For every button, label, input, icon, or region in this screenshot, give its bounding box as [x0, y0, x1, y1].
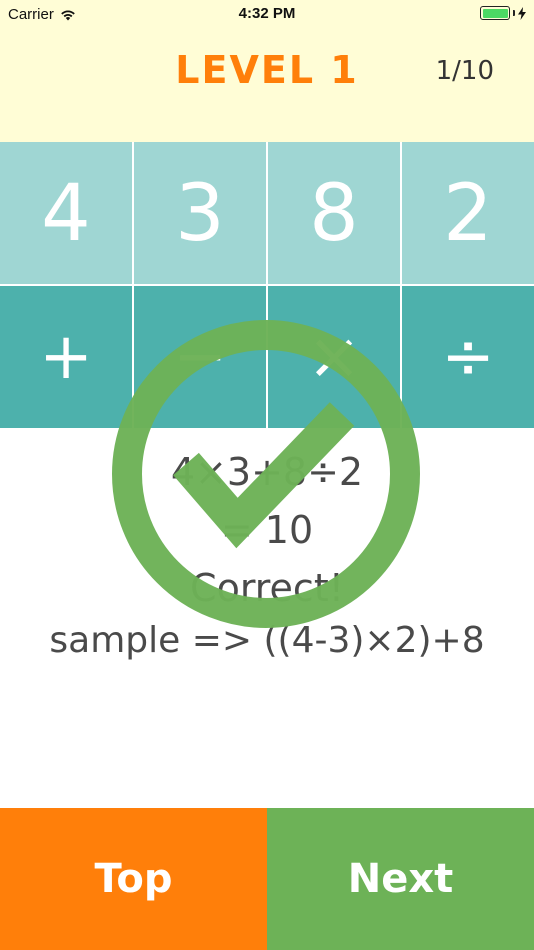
- number-tiles: 4 3 8 2: [0, 142, 534, 285]
- question-progress: 1/10: [435, 56, 494, 86]
- battery-group: [480, 6, 526, 20]
- checkmark-circle-icon: [112, 320, 420, 628]
- top-button[interactable]: Top: [0, 808, 267, 950]
- charging-bolt-icon: [518, 6, 526, 20]
- next-button[interactable]: Next: [267, 808, 534, 950]
- status-time: 4:32 PM: [238, 5, 296, 22]
- number-tile[interactable]: 8: [268, 142, 402, 285]
- header: LEVEL 1 1/10: [0, 28, 534, 142]
- status-bar: Carrier 4:32 PM: [0, 0, 534, 28]
- number-tile[interactable]: 2: [402, 142, 534, 285]
- battery-icon: [480, 6, 510, 20]
- number-tile[interactable]: 3: [134, 142, 268, 285]
- number-tile[interactable]: 4: [0, 142, 134, 285]
